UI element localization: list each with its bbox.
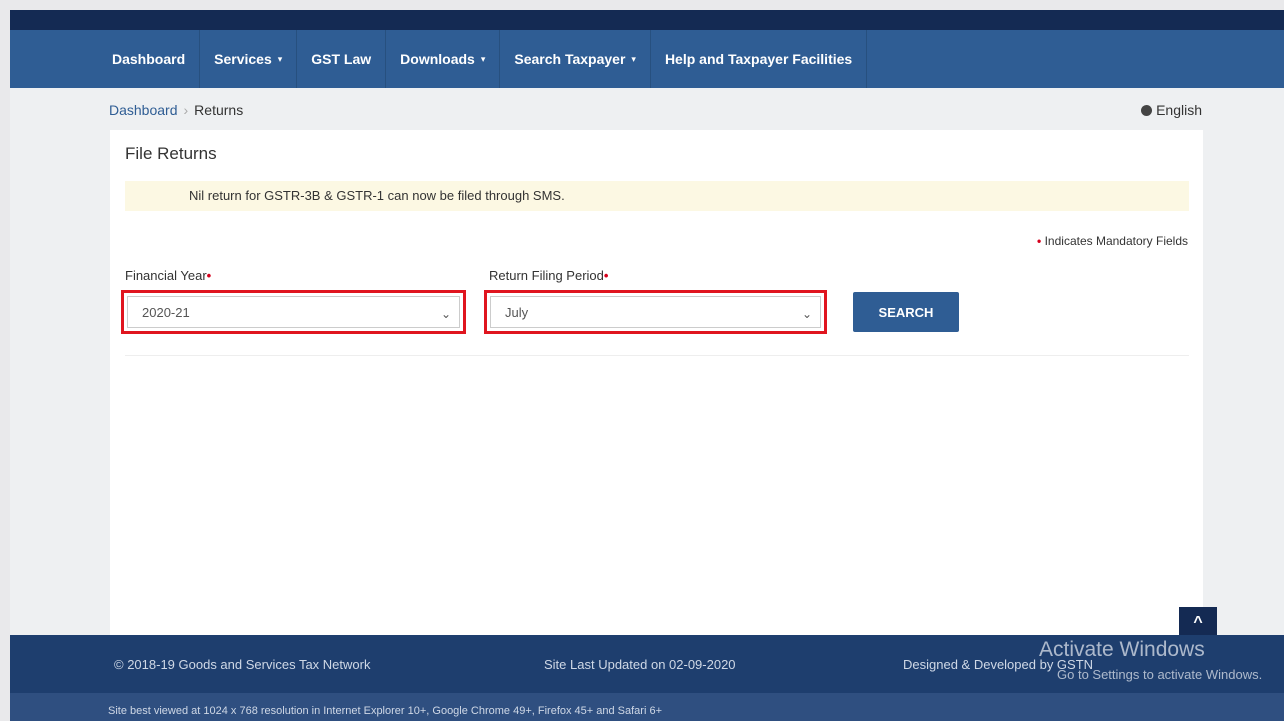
file-returns-panel: File Returns Nil return for GSTR-3B & GS…: [110, 130, 1203, 635]
breadcrumb-separator: ›: [183, 102, 189, 118]
chevron-up-icon: ^: [1193, 614, 1203, 631]
nav-item-label: Dashboard: [112, 51, 186, 67]
page-title: File Returns: [125, 144, 217, 163]
nav-item-label: Services: [214, 51, 272, 67]
footer-last-updated: Site Last Updated on 02-09-2020: [544, 657, 736, 672]
required-mark: •: [206, 268, 212, 283]
sms-alert-banner: Nil return for GSTR-3B & GSTR-1 can now …: [125, 181, 1189, 211]
nav-item-gst-law[interactable]: GST Law: [297, 30, 387, 88]
gst-portal-window: Dashboard Services ▾ GST Law Downloads ▾…: [10, 10, 1284, 721]
language-label: English: [1156, 102, 1202, 118]
mandatory-note: • Indicates Mandatory Fields: [1037, 234, 1188, 248]
return-period-label-text: Return Filing Period: [489, 268, 604, 283]
caret-down-icon: ▾: [277, 53, 283, 64]
financial-year-label-text: Financial Year: [125, 268, 207, 283]
footer-designed-by: Designed & Developed by GSTN: [903, 657, 1094, 672]
nav-item-label: GST Law: [311, 51, 372, 67]
nav-item-label: Downloads: [400, 51, 475, 67]
nav-item-label: Search Taxpayer: [514, 51, 626, 67]
nav-item-downloads[interactable]: Downloads ▾: [386, 30, 501, 88]
caret-down-icon: ▾: [480, 53, 486, 64]
chevron-down-icon: ⌄: [801, 307, 812, 321]
mandatory-text: Indicates Mandatory Fields: [1044, 234, 1188, 248]
main-navbar: Dashboard Services ▾ GST Law Downloads ▾…: [10, 30, 1284, 88]
return-period-highlight: July ⌄: [484, 290, 827, 334]
nav-items: Dashboard Services ▾ GST Law Downloads ▾…: [98, 30, 868, 88]
footer-copyright: © 2018-19 Goods and Services Tax Network: [114, 657, 371, 672]
return-period-select[interactable]: July ⌄: [490, 296, 821, 328]
top-band: [10, 10, 1284, 30]
footer-compatibility-note: Site best viewed at 1024 x 768 resolutio…: [10, 693, 1284, 721]
chevron-down-icon: ⌄: [440, 307, 451, 321]
breadcrumb-current: Returns: [194, 102, 244, 118]
required-mark: •: [1037, 234, 1042, 248]
form-divider: [125, 355, 1189, 356]
nav-item-help[interactable]: Help and Taxpayer Facilities: [651, 30, 868, 88]
alert-text: Nil return for GSTR-3B & GSTR-1 can now …: [189, 188, 565, 203]
required-mark: •: [603, 268, 609, 283]
return-period-label: Return Filing Period•: [489, 268, 608, 283]
breadcrumb: Dashboard › Returns: [109, 102, 243, 118]
nav-item-services[interactable]: Services ▾: [200, 30, 298, 88]
caret-down-icon: ▾: [631, 53, 636, 64]
nav-item-label: Help and Taxpayer Facilities: [664, 51, 853, 67]
financial-year-highlight: 2020-21 ⌄: [121, 290, 466, 334]
footer: © 2018-19 Goods and Services Tax Network…: [10, 635, 1284, 693]
globe-icon: [1141, 104, 1153, 116]
search-button[interactable]: SEARCH: [853, 292, 959, 332]
nav-item-dashboard[interactable]: Dashboard: [98, 30, 201, 88]
breadcrumb-dashboard-link[interactable]: Dashboard: [109, 102, 178, 118]
nav-item-search-taxpayer[interactable]: Search Taxpayer ▾: [500, 30, 651, 88]
financial-year-value: 2020-21: [142, 305, 190, 320]
financial-year-select[interactable]: 2020-21 ⌄: [127, 296, 460, 328]
financial-year-label: Financial Year•: [125, 268, 211, 283]
language-selector[interactable]: English: [1141, 102, 1202, 118]
return-period-value: July: [505, 305, 529, 320]
